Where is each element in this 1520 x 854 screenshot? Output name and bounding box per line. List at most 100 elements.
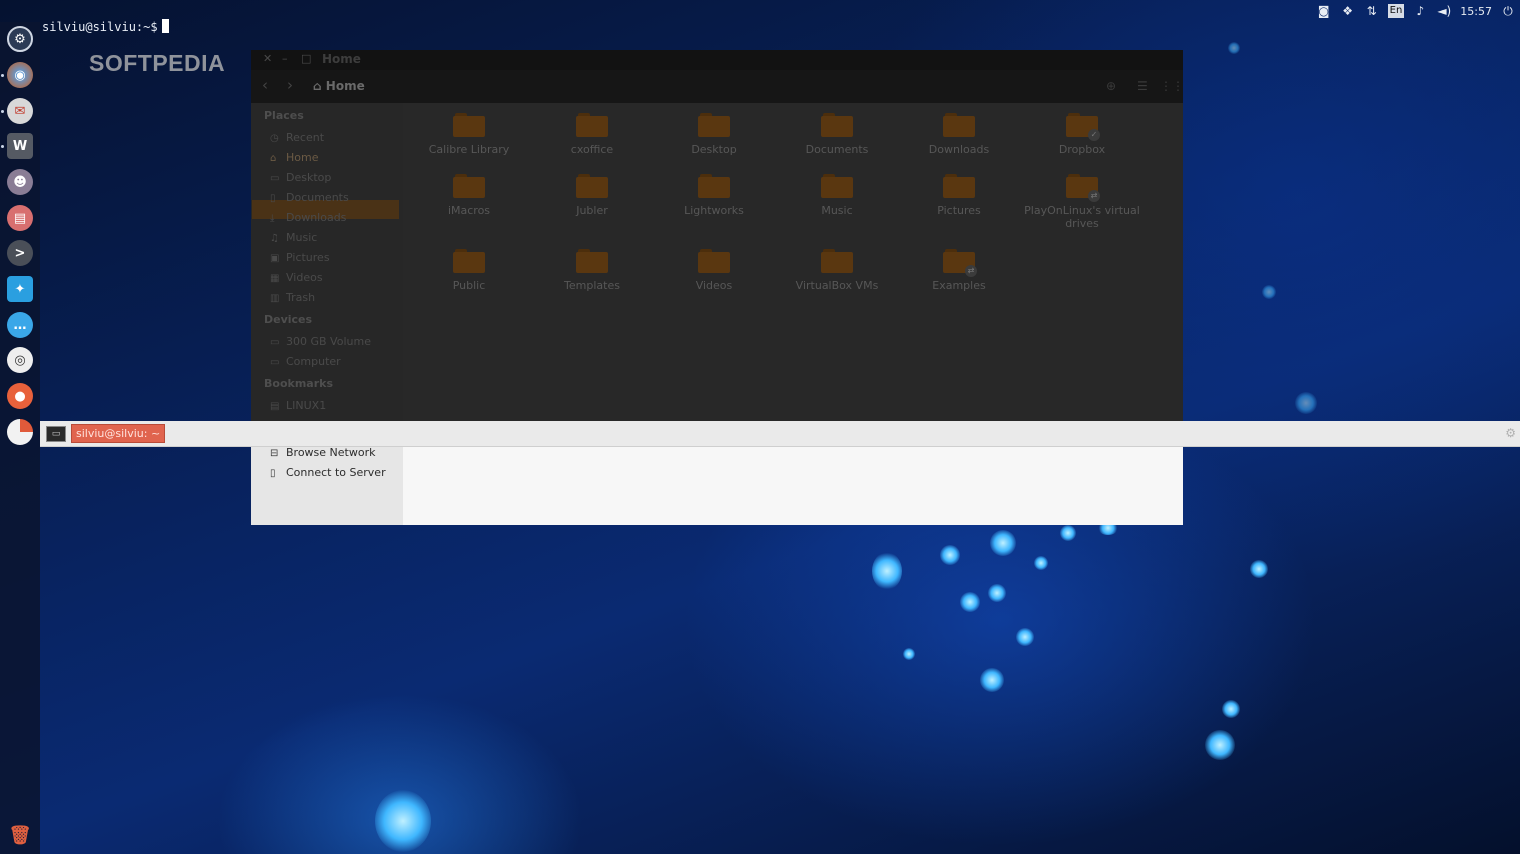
terminal-cursor bbox=[161, 19, 169, 33]
sidebar: Places ◷ Recent ⌂ Home ▭ Desktop ▯ Documents… bbox=[251, 103, 404, 525]
list-view-icon[interactable]: ☰ bbox=[1137, 79, 1148, 93]
twitter-icon[interactable]: ✦ bbox=[7, 276, 33, 302]
folder-icon: ⇄ bbox=[943, 249, 977, 277]
folder-icon bbox=[453, 249, 485, 273]
sidebar-header-places: Places bbox=[264, 109, 304, 122]
sidebar-item-trash[interactable]: ▥ Trash bbox=[270, 291, 315, 304]
folder-label: Templates bbox=[564, 279, 620, 292]
grid-view-icon[interactable]: ⋮⋮ bbox=[1160, 79, 1184, 93]
folder-item[interactable]: Documents bbox=[778, 113, 896, 156]
sidebar-item-downloads[interactable]: ⤓ Downloads bbox=[270, 211, 346, 224]
video-icon: ▦ bbox=[270, 273, 280, 284]
folder-label: Music bbox=[821, 204, 853, 217]
firefox-icon[interactable]: ◉ bbox=[7, 62, 33, 88]
folder-label: Documents bbox=[805, 143, 869, 156]
maximize-icon[interactable]: □ bbox=[301, 52, 311, 65]
back-icon[interactable]: ‹ bbox=[262, 76, 268, 94]
writer-icon[interactable]: W bbox=[7, 133, 33, 159]
folder-item[interactable]: cxoffice bbox=[533, 113, 651, 156]
folder-item[interactable]: ✓ Dropbox bbox=[1023, 113, 1141, 156]
minimize-icon[interactable]: – bbox=[282, 52, 288, 65]
folder-item[interactable]: Calibre Library bbox=[410, 113, 528, 156]
thunderbird-icon[interactable]: ✉ bbox=[7, 98, 33, 124]
folder-item[interactable]: ⇄ PlayOnLinux's virtual drives bbox=[1023, 174, 1141, 230]
sidebar-item-videos[interactable]: ▦ Videos bbox=[270, 271, 323, 284]
sidebar-item-connect-server[interactable]: ▯ Connect to Server bbox=[270, 466, 386, 479]
power-icon[interactable]: ⏻ bbox=[1500, 3, 1516, 19]
terminal-prompt-line[interactable]: silviu@silviu:~$ bbox=[42, 19, 169, 34]
app-icon[interactable]: ● bbox=[7, 383, 33, 409]
volume-icon[interactable]: ◄) bbox=[1436, 3, 1452, 19]
folder-item[interactable]: Templates bbox=[533, 249, 651, 292]
dropbox-icon[interactable]: ❖ bbox=[1340, 3, 1356, 19]
network-icon[interactable]: ⇅ bbox=[1364, 3, 1380, 19]
emblem-icon: ⇄ bbox=[1088, 190, 1100, 202]
folder-item[interactable]: Videos bbox=[655, 249, 773, 292]
folder-icon bbox=[576, 113, 608, 137]
sidebar-item-pictures[interactable]: ▣ Pictures bbox=[270, 251, 330, 264]
folder-label: Calibre Library bbox=[428, 143, 510, 156]
terminal-indicator-icon[interactable]: ◙ bbox=[1316, 3, 1332, 19]
folder-item[interactable]: Jubler bbox=[533, 174, 651, 217]
keyboard-layout-indicator[interactable]: En bbox=[1387, 4, 1405, 18]
clock-icon: ◷ bbox=[270, 133, 279, 144]
folder-label: Dropbox bbox=[1058, 143, 1106, 156]
folder-label: VirtualBox VMs bbox=[795, 279, 879, 292]
close-icon[interactable]: ✕ bbox=[263, 52, 272, 65]
window-titlebar[interactable]: ✕ – □ Home bbox=[251, 50, 1183, 70]
launcher: ⚙ ◉ ✉ W ☻ ▤ > ✦ … ◎ ● 🗑 bbox=[0, 22, 40, 854]
chat-icon[interactable]: … bbox=[7, 312, 33, 338]
folder-label: Lightworks bbox=[684, 204, 744, 217]
folder-item[interactable]: VirtualBox VMs bbox=[778, 249, 896, 292]
folder-icon bbox=[453, 174, 485, 198]
terminal-taskbar: ▭ silviu@silviu: ~ ⚙ bbox=[40, 421, 1520, 447]
desktop-icon: ▭ bbox=[270, 173, 280, 184]
folder-icon bbox=[576, 174, 608, 198]
sidebar-item-desktop[interactable]: ▭ Desktop bbox=[270, 171, 331, 184]
sidebar-item-computer[interactable]: ▭ Computer bbox=[270, 355, 341, 368]
files-icon[interactable]: ▤ bbox=[7, 205, 33, 231]
folder-label: Examples bbox=[932, 279, 986, 292]
breadcrumb-home[interactable]: ⌂ Home bbox=[313, 79, 365, 93]
gimp-icon[interactable]: ☻ bbox=[7, 169, 33, 195]
location-icon[interactable]: ⊕ bbox=[1106, 79, 1116, 93]
forward-icon[interactable]: › bbox=[287, 76, 293, 94]
clock[interactable]: 15:57 bbox=[1460, 5, 1492, 18]
folder-icon bbox=[698, 174, 730, 198]
settings-gear-icon[interactable]: ⚙ bbox=[1505, 426, 1516, 440]
sidebar-item-documents[interactable]: ▯ Documents bbox=[270, 191, 349, 204]
folder-icon bbox=[453, 113, 485, 137]
folder-label: Videos bbox=[695, 279, 733, 292]
folder-item[interactable]: Lightworks bbox=[655, 174, 773, 217]
disk-usage-icon[interactable] bbox=[7, 419, 33, 445]
terminal-prompt: silviu@silviu:~$ bbox=[42, 20, 158, 34]
dash-home-icon[interactable]: ⚙ bbox=[7, 26, 33, 52]
folder-item[interactable]: iMacros bbox=[410, 174, 528, 217]
sidebar-item-browse-network[interactable]: ⊟ Browse Network bbox=[270, 446, 375, 459]
top-panel: ◙ ❖ ⇅ En ♪ ◄) 15:57 ⏻ bbox=[0, 0, 1520, 22]
sidebar-item-volume[interactable]: ▭ 300 GB Volume bbox=[270, 335, 371, 348]
eye-icon[interactable]: ◎ bbox=[7, 347, 33, 373]
trash-icon[interactable]: 🗑 bbox=[7, 822, 33, 848]
folder-item[interactable]: Music bbox=[778, 174, 896, 217]
toolbar: ‹ › ⌂ Home ⊕ ☰ ⋮⋮ bbox=[251, 70, 1184, 103]
folder-item[interactable]: Desktop bbox=[655, 113, 773, 156]
folder-item[interactable]: Public bbox=[410, 249, 528, 292]
folder-item[interactable]: Pictures bbox=[900, 174, 1018, 217]
softpedia-watermark: SOFTPEDIA bbox=[89, 50, 226, 76]
trash-small-icon: ▥ bbox=[270, 293, 280, 304]
folder-label: Downloads bbox=[928, 143, 990, 156]
sidebar-item-music[interactable]: ♫ Music bbox=[270, 231, 317, 244]
notification-icon[interactable]: ♪ bbox=[1412, 3, 1428, 19]
terminal-task-button[interactable]: silviu@silviu: ~ bbox=[71, 424, 166, 443]
download-icon: ⤓ bbox=[270, 213, 275, 224]
document-icon: ▯ bbox=[270, 193, 276, 204]
folder-item[interactable]: Downloads bbox=[900, 113, 1018, 156]
sidebar-item-recent[interactable]: ◷ Recent bbox=[270, 131, 324, 144]
terminal-window-icon[interactable]: ▭ bbox=[46, 426, 66, 442]
sidebar-item-linux1[interactable]: ▤ LINUX1 bbox=[270, 399, 326, 412]
sidebar-item-home[interactable]: ⌂ Home bbox=[270, 151, 318, 164]
computer-icon: ▭ bbox=[270, 357, 280, 368]
folder-item[interactable]: ⇄ Examples bbox=[900, 249, 1018, 292]
terminal-icon[interactable]: > bbox=[7, 240, 33, 266]
